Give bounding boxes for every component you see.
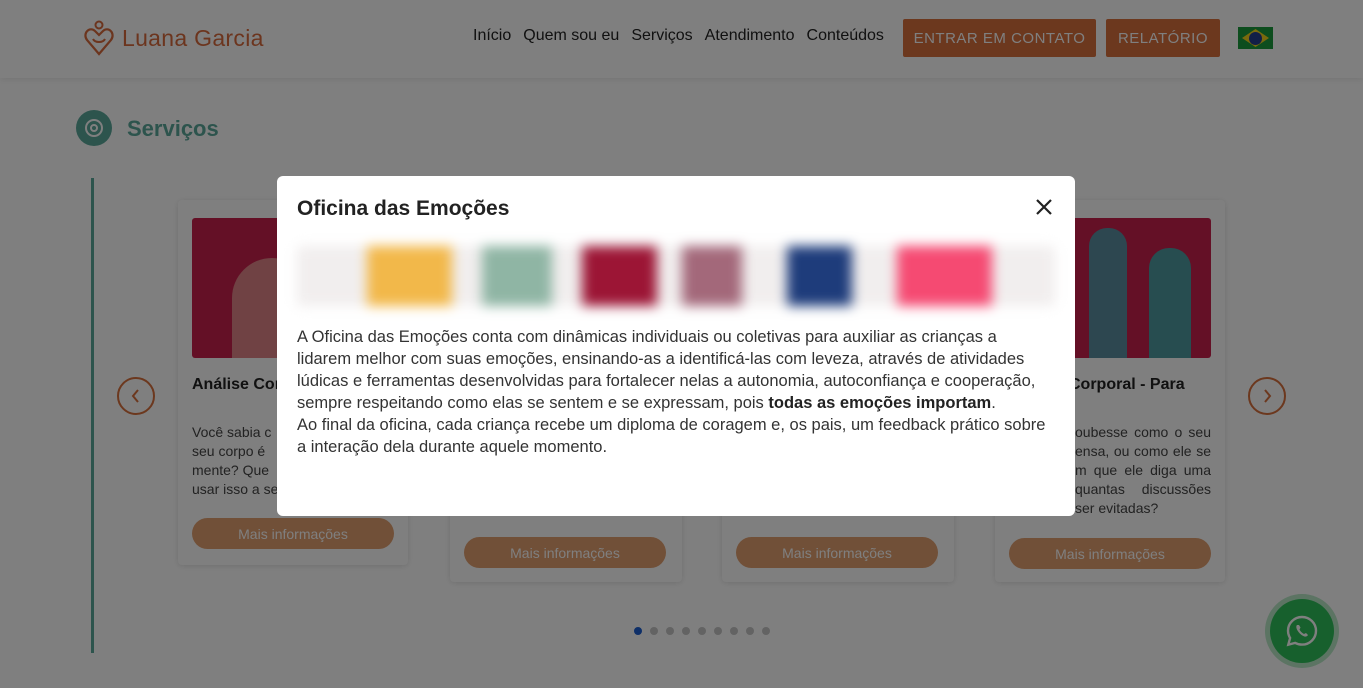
modal-text-end: . [991, 394, 996, 412]
close-icon[interactable] [1033, 196, 1055, 218]
banner-art [297, 246, 1055, 306]
modal-emphasis: todas as emoções importam [768, 394, 992, 412]
modal-paragraph: A Oficina das Emoções conta com dinâmica… [297, 326, 1055, 414]
modal-body: A Oficina das Emoções conta com dinâmica… [297, 326, 1055, 458]
modal-title: Oficina das Emoções [297, 197, 510, 220]
modal-banner-image [297, 246, 1055, 306]
service-modal: Oficina das Emoções A Oficina das Emoçõe… [277, 176, 1075, 516]
modal-paragraph: Ao final da oficina, cada criança recebe… [297, 416, 1046, 456]
